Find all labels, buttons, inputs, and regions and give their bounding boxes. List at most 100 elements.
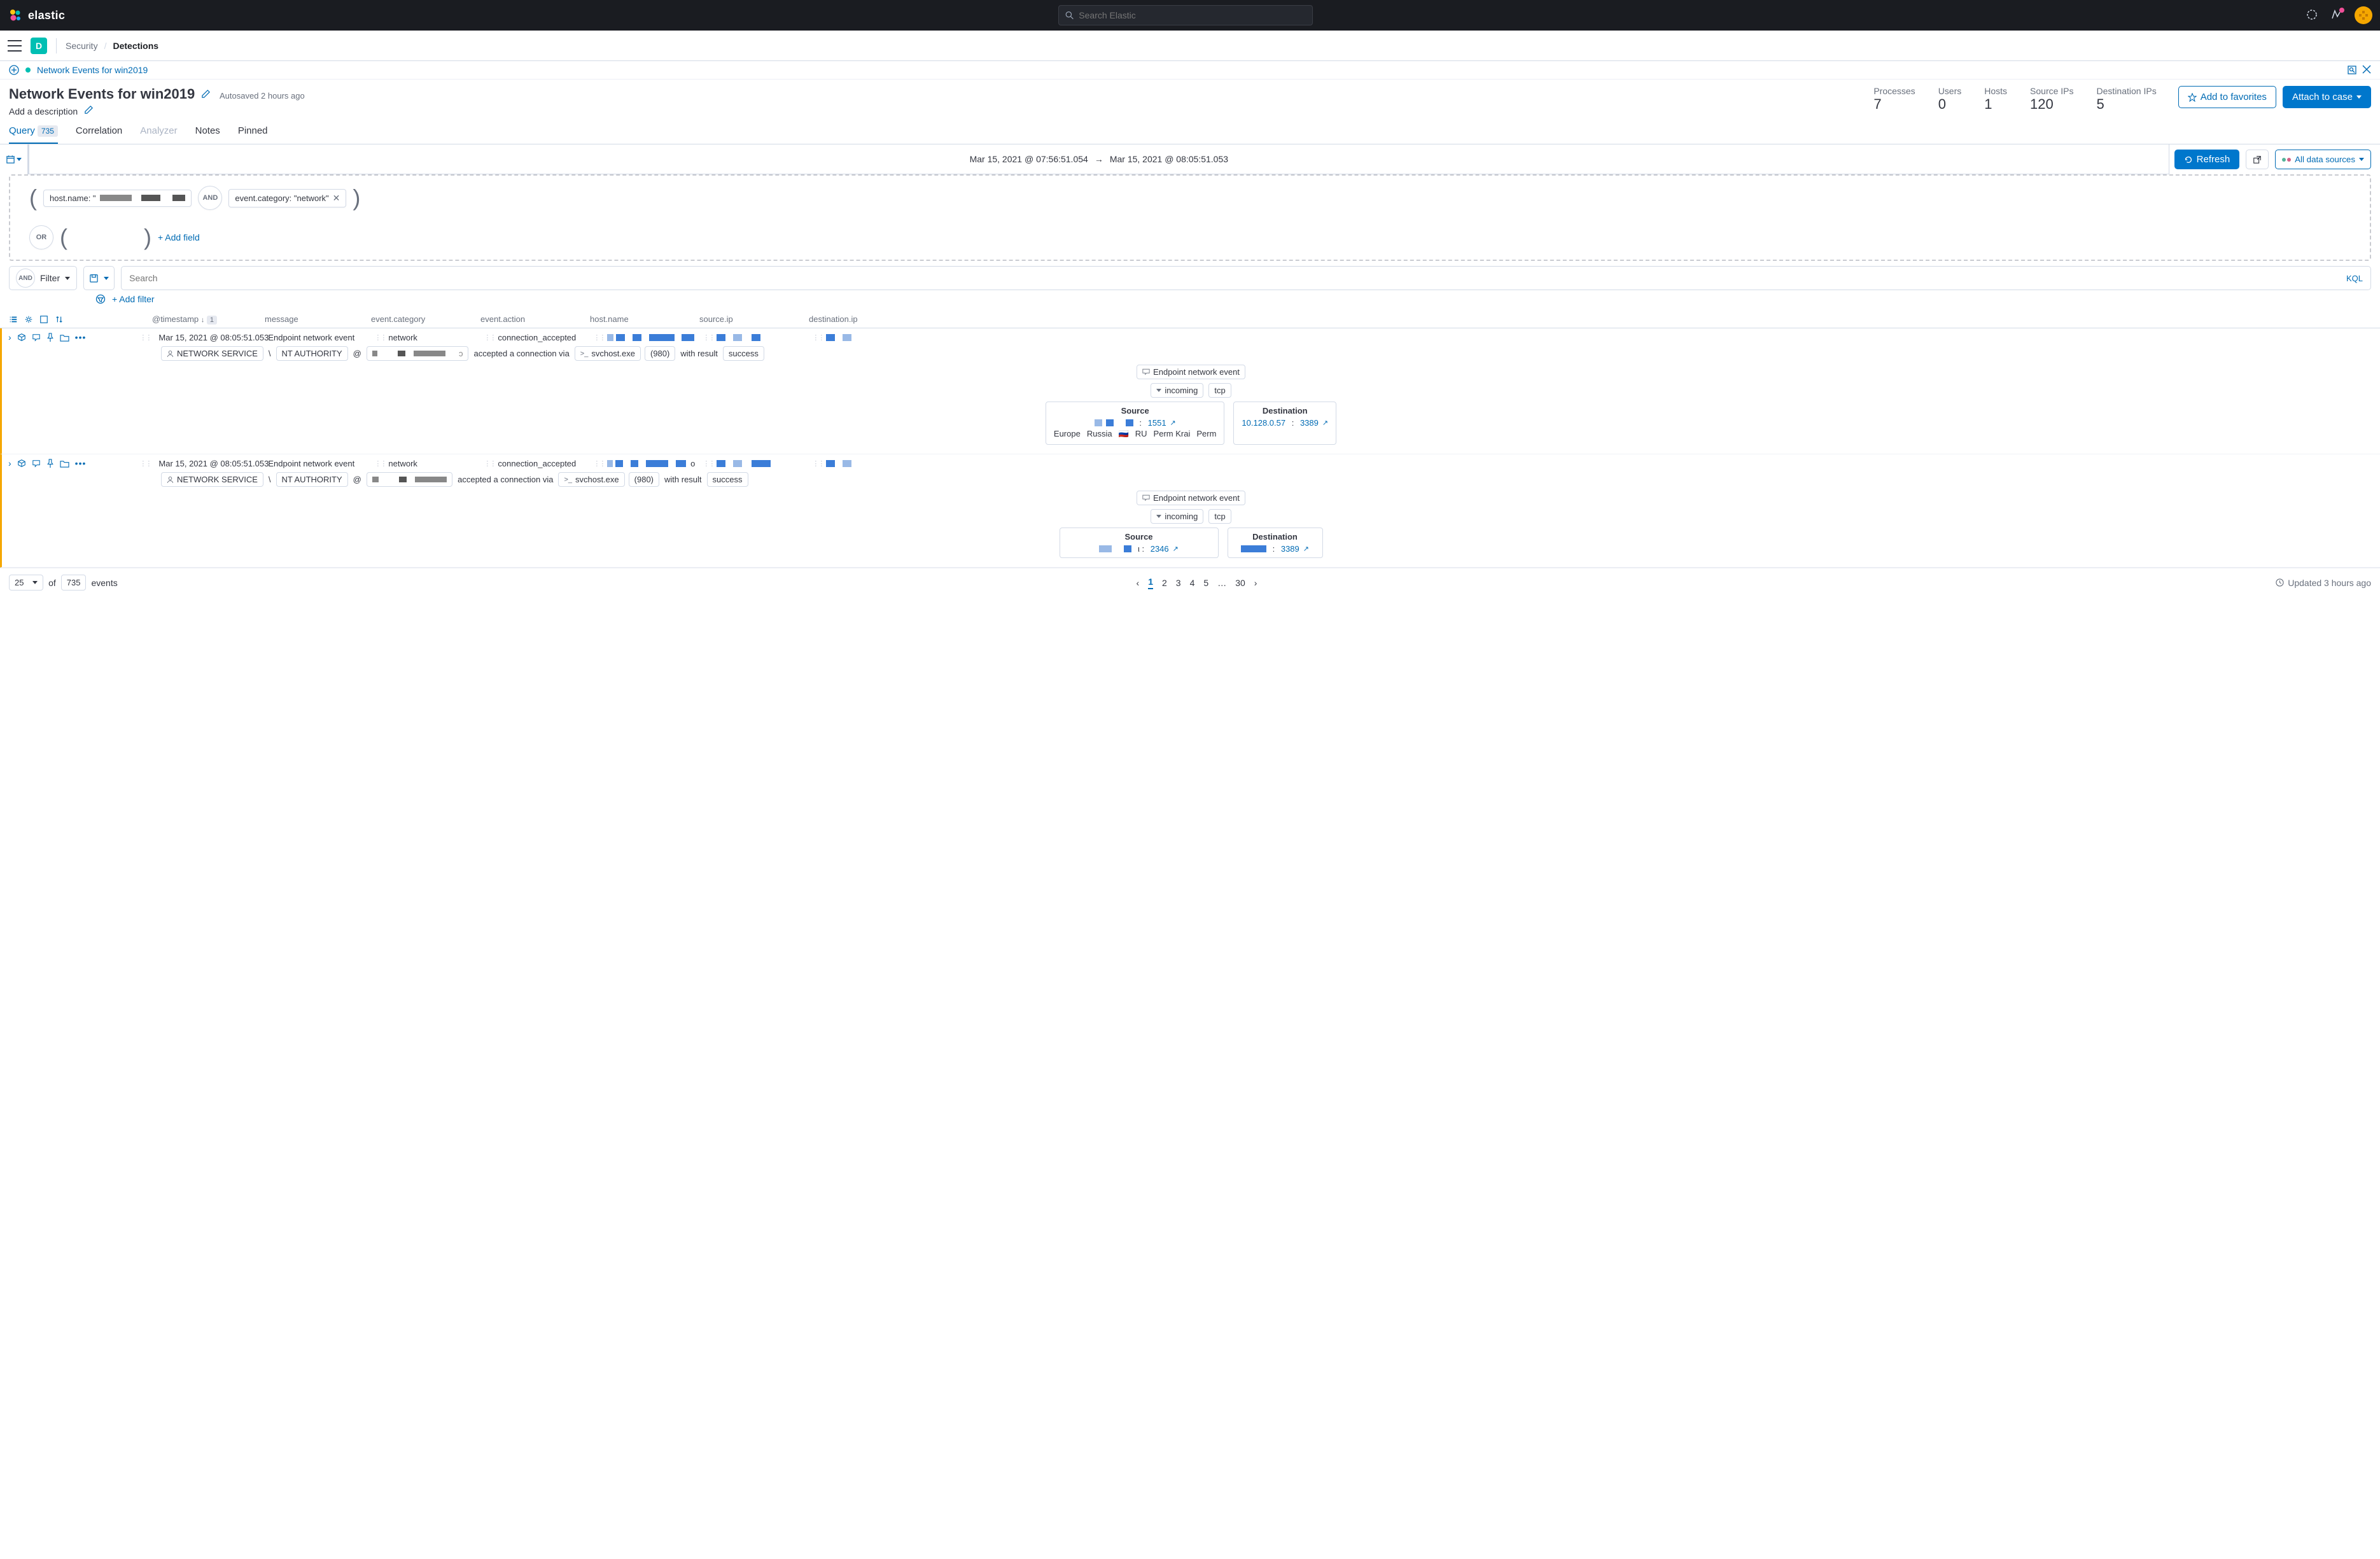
page-2[interactable]: 2 — [1162, 578, 1167, 588]
pill-host-redacted[interactable] — [367, 472, 452, 487]
saved-query-button[interactable] — [83, 266, 115, 290]
col-message[interactable]: message — [265, 314, 363, 324]
note-icon[interactable] — [32, 333, 41, 342]
grip-icon[interactable]: ⋮⋮ — [139, 459, 151, 468]
pill-protocol[interactable]: tcp — [1208, 509, 1231, 524]
tab-query[interactable]: Query735 — [9, 125, 58, 144]
folder-icon[interactable] — [60, 333, 69, 342]
query-builder-dropzone[interactable]: ( host.name: " AND event.category: "netw… — [9, 174, 2371, 261]
popout-icon[interactable]: ↗ — [1303, 545, 1309, 553]
breadcrumb-parent[interactable]: Security — [66, 41, 98, 51]
global-search-input[interactable] — [1079, 10, 1306, 20]
tab-pinned[interactable]: Pinned — [238, 125, 268, 144]
pill-result[interactable]: success — [723, 346, 764, 361]
attach-to-case-button[interactable]: Attach to case — [2283, 86, 2371, 108]
pill-direction[interactable]: incoming — [1151, 383, 1203, 398]
tab-correlation[interactable]: Correlation — [76, 125, 122, 144]
col-timestamp[interactable]: @timestamp ↓ 1 — [152, 314, 257, 324]
grip-icon[interactable]: ⋮⋮ — [139, 333, 151, 342]
search-input[interactable] — [129, 273, 2346, 283]
integrations-icon[interactable] — [2306, 9, 2319, 22]
date-range[interactable]: Mar 15, 2021 @ 07:56:51.054 → Mar 15, 20… — [29, 144, 2169, 174]
col-event-action[interactable]: event.action — [480, 314, 582, 324]
refresh-button[interactable]: Refresh — [2174, 150, 2240, 169]
more-icon[interactable]: ••• — [75, 458, 87, 468]
query-pill-host[interactable]: host.name: " — [43, 190, 192, 207]
popout-icon[interactable]: ↗ — [1170, 419, 1176, 427]
add-filter-link[interactable]: + Add filter — [112, 294, 155, 304]
pill-event-message[interactable]: Endpoint network event — [1137, 365, 1245, 379]
op-or[interactable]: OR — [29, 225, 53, 249]
pill-user[interactable]: NETWORK SERVICE — [161, 472, 263, 487]
col-destination-ip[interactable]: destination.ip — [809, 314, 904, 324]
pin-icon[interactable] — [46, 459, 54, 468]
more-icon[interactable]: ••• — [75, 332, 87, 342]
op-and[interactable]: AND — [198, 186, 222, 210]
description-row[interactable]: Add a description — [9, 105, 305, 116]
close-icon[interactable] — [2362, 65, 2371, 74]
date-picker-button[interactable] — [0, 144, 28, 174]
newsfeed-icon[interactable] — [2330, 9, 2343, 22]
pill-domain[interactable]: NT AUTHORITY — [276, 346, 348, 361]
col-source-ip[interactable]: source.ip — [699, 314, 801, 324]
timeline-link[interactable]: Network Events for win2019 — [37, 65, 148, 75]
pill-pid[interactable]: (980) — [629, 472, 659, 487]
expand-icon[interactable] — [2347, 65, 2357, 75]
logo[interactable]: elastic — [8, 8, 65, 23]
cube-icon[interactable] — [17, 333, 26, 342]
popout-icon[interactable]: ↗ — [1322, 419, 1328, 427]
pill-host-redacted[interactable]: ɔ — [367, 346, 469, 361]
pill-user[interactable]: NETWORK SERVICE — [161, 346, 263, 361]
col-event-category[interactable]: event.category — [371, 314, 473, 324]
expand-row-icon[interactable]: › — [8, 458, 11, 468]
cell-timestamp: Mar 15, 2021 @ 08:05:51.053 — [158, 459, 260, 468]
page-4[interactable]: 4 — [1190, 578, 1195, 588]
add-field-link[interactable]: + Add field — [158, 232, 200, 242]
folder-icon[interactable] — [60, 459, 69, 468]
pill-domain[interactable]: NT AUTHORITY — [276, 472, 348, 487]
col-host-name[interactable]: host.name — [590, 314, 692, 324]
remove-pill-icon[interactable]: ✕ — [333, 193, 340, 204]
page-1[interactable]: 1 — [1148, 577, 1153, 589]
add-to-favorites-button[interactable]: Add to favorites — [2178, 86, 2276, 108]
query-pill-event-category[interactable]: event.category: "network" ✕ — [228, 189, 346, 207]
data-sources-button[interactable]: All data sources — [2275, 150, 2371, 169]
page-3[interactable]: 3 — [1176, 578, 1181, 588]
sort-icon[interactable] — [55, 315, 64, 324]
pin-icon[interactable] — [46, 333, 54, 342]
list-icon[interactable] — [9, 315, 18, 324]
star-icon — [2188, 93, 2197, 102]
page-5[interactable]: 5 — [1203, 578, 1208, 588]
pill-direction[interactable]: incoming — [1151, 509, 1203, 524]
pill-result[interactable]: success — [707, 472, 748, 487]
edit-description-icon[interactable] — [84, 105, 94, 115]
space-badge[interactable]: D — [31, 38, 47, 54]
filter-icon[interactable] — [95, 294, 106, 304]
pill-pid[interactable]: (980) — [645, 346, 675, 361]
tab-notes[interactable]: Notes — [195, 125, 220, 144]
open-in-new-button[interactable] — [2246, 150, 2269, 169]
nav-toggle-icon[interactable] — [8, 40, 22, 52]
edit-title-icon[interactable] — [201, 89, 211, 99]
page-last[interactable]: 30 — [1235, 578, 1245, 588]
pill-process[interactable]: >_svchost.exe — [558, 472, 624, 487]
event-detail-line: NETWORK SERVICE \ NT AUTHORITY @ accepte… — [161, 472, 2374, 487]
kql-toggle[interactable]: KQL — [2346, 274, 2363, 283]
gear-icon[interactable] — [24, 315, 33, 324]
next-page[interactable]: › — [1254, 578, 1257, 588]
note-icon[interactable] — [32, 459, 41, 468]
user-avatar[interactable] — [2355, 6, 2372, 24]
page-size-select[interactable]: 25 — [9, 575, 43, 591]
prev-page[interactable]: ‹ — [1137, 578, 1140, 588]
pill-process[interactable]: >_svchost.exe — [575, 346, 641, 361]
fullscreen-icon[interactable] — [39, 315, 48, 324]
pill-event-message[interactable]: Endpoint network event — [1137, 491, 1245, 505]
add-icon[interactable] — [9, 65, 19, 75]
expand-row-icon[interactable]: › — [8, 332, 11, 342]
tabs: Query735 Correlation Analyzer Notes Pinn… — [0, 116, 2380, 144]
filter-and-button[interactable]: AND Filter — [9, 266, 77, 290]
cube-icon[interactable] — [17, 459, 26, 468]
global-search[interactable] — [1058, 5, 1313, 25]
popout-icon[interactable]: ↗ — [1173, 545, 1179, 553]
pill-protocol[interactable]: tcp — [1208, 383, 1231, 398]
